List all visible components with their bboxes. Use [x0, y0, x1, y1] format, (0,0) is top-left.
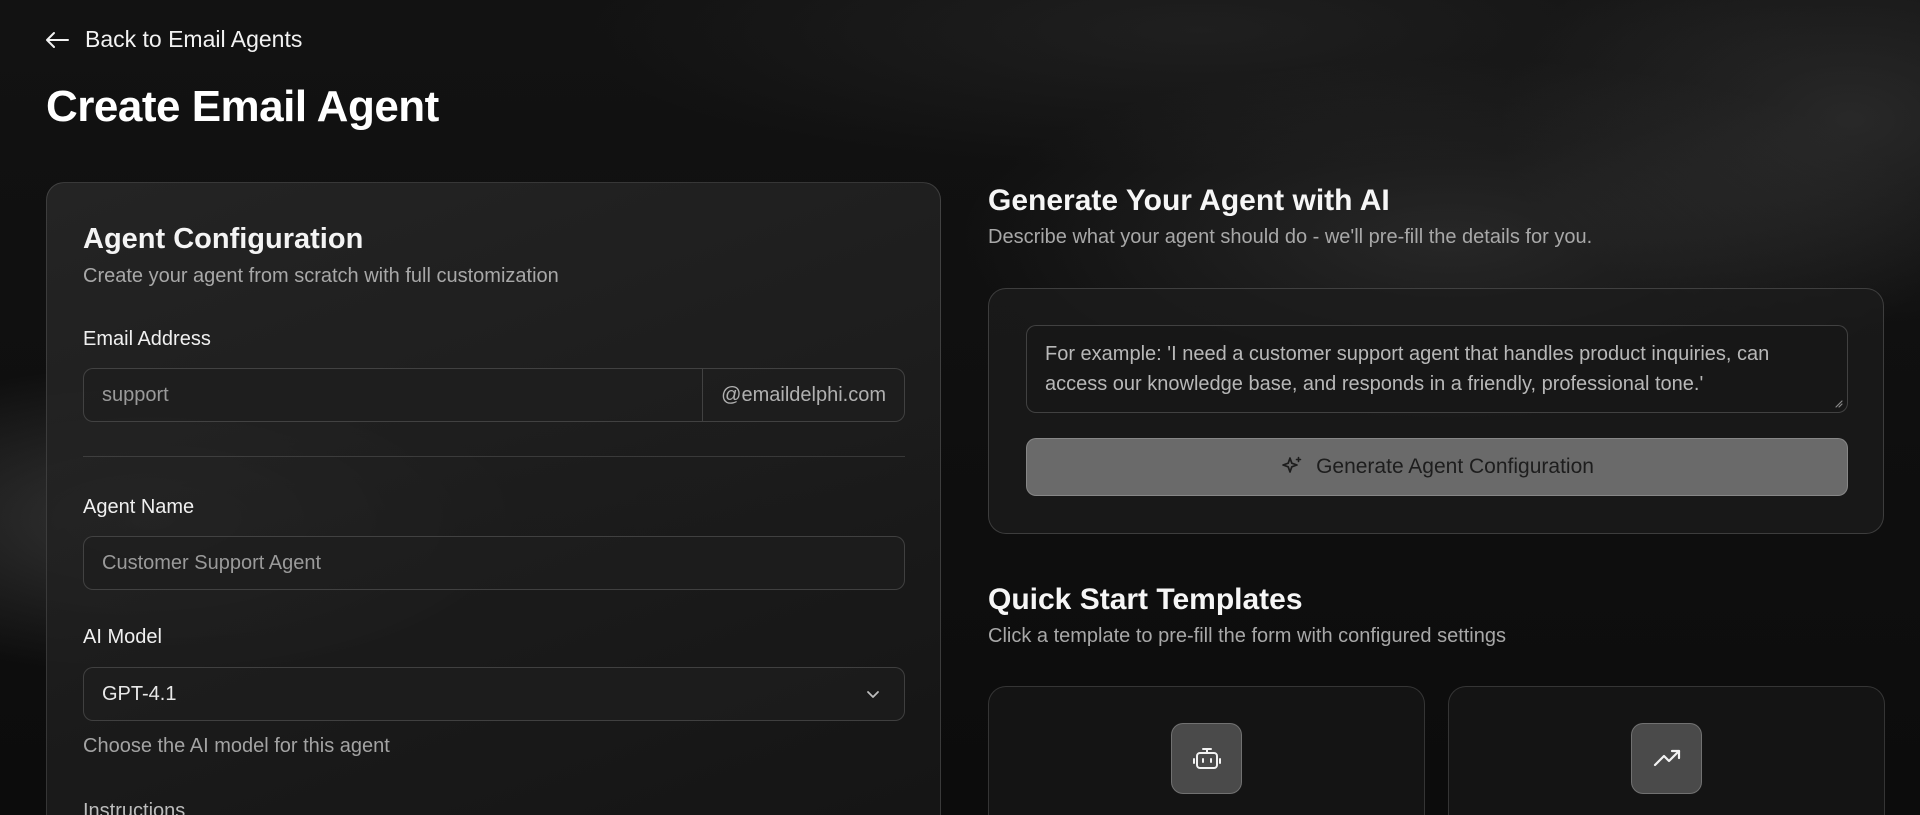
resize-grip-icon[interactable] [1833, 398, 1843, 408]
bot-icon [1192, 747, 1221, 769]
divider [83, 456, 905, 457]
generate-card: For example: 'I need a customer support … [988, 288, 1884, 534]
ai-model-hint: Choose the AI model for this agent [83, 735, 390, 757]
agent-configuration-card: Agent Configuration Create your agent fr… [46, 182, 941, 815]
generate-agent-button[interactable]: Generate Agent Configuration [1026, 438, 1848, 496]
arrow-left-icon [46, 31, 69, 48]
agent-description-placeholder: For example: 'I need a customer support … [1045, 343, 1770, 395]
config-card-title: Agent Configuration [83, 223, 364, 255]
back-link[interactable]: Back to Email Agents [45, 26, 302, 53]
generate-button-label: Generate Agent Configuration [1316, 455, 1594, 478]
config-card-subtitle: Create your agent from scratch with full… [83, 265, 559, 287]
email-address-label: Email Address [83, 328, 211, 350]
create-agent-page: Back to Email Agents Create Email Agent … [0, 0, 1920, 815]
template-card[interactable] [988, 686, 1425, 815]
trending-up-icon [1653, 749, 1680, 766]
sparkles-icon [1282, 456, 1302, 473]
template-icon-tile [1171, 723, 1242, 794]
template-card[interactable] [1448, 686, 1885, 815]
chevron-down-icon [867, 691, 879, 698]
ai-model-label: AI Model [83, 626, 162, 648]
ai-model-select[interactable]: GPT-4.1 [83, 667, 905, 721]
generate-subtitle: Describe what your agent should do - we'… [988, 226, 1593, 248]
instructions-label: Instructions [83, 800, 186, 815]
page-title: Create Email Agent [46, 82, 439, 131]
template-icon-tile [1631, 723, 1702, 794]
back-link-label: Back to Email Agents [85, 26, 303, 52]
agent-name-input[interactable]: Customer Support Agent [83, 536, 905, 590]
ai-model-value: GPT-4.1 [102, 682, 177, 705]
generate-title: Generate Your Agent with AI [988, 184, 1390, 217]
agent-name-label: Agent Name [83, 496, 195, 518]
email-domain-suffix: @emaildelphi.com [702, 369, 904, 421]
templates-subtitle: Click a template to pre-fill the form wi… [988, 625, 1506, 647]
email-input[interactable]: support [84, 384, 702, 407]
email-field: support @emaildelphi.com [83, 368, 905, 422]
agent-description-textarea[interactable]: For example: 'I need a customer support … [1026, 325, 1848, 413]
agent-name-placeholder: Customer Support Agent [102, 551, 322, 574]
templates-title: Quick Start Templates [988, 583, 1303, 616]
